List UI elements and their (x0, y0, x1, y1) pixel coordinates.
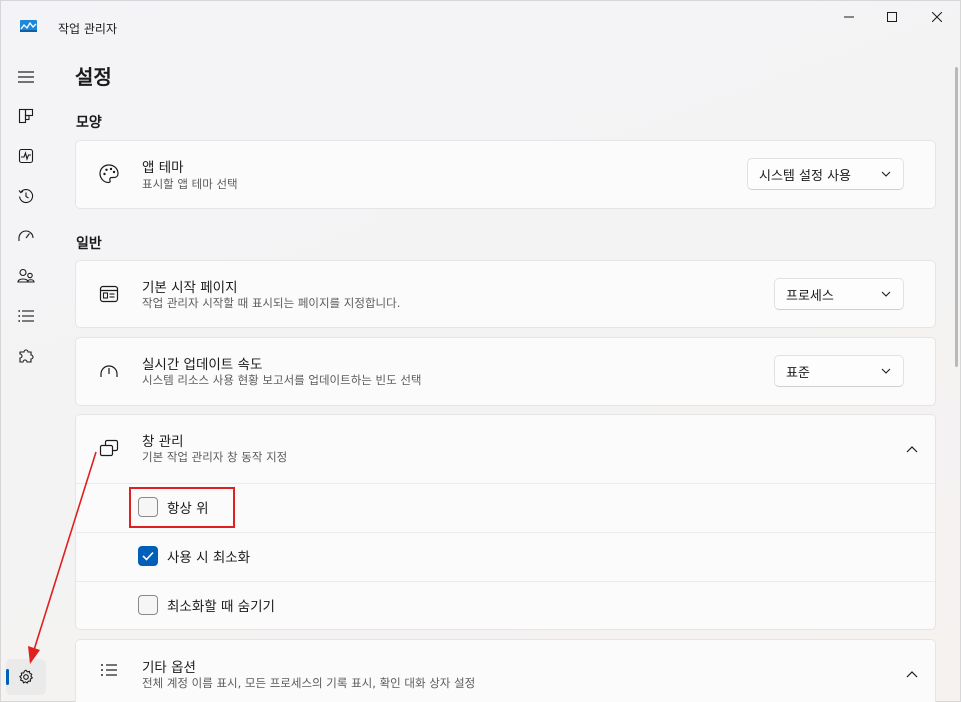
hide-when-minimized-label: 최소화할 때 숨기기 (167, 599, 275, 615)
other-options-title: 기타 옵션 (142, 660, 196, 676)
annotation-highlight-box (129, 487, 235, 528)
chevron-down-icon (881, 368, 891, 374)
browser-window-icon (99, 285, 119, 303)
gear-icon (19, 669, 33, 684)
minimize-icon (844, 16, 854, 18)
palette-icon (99, 164, 119, 184)
page-title: 설정 (75, 65, 112, 89)
history-icon (18, 189, 34, 204)
default-start-page-card: 기본 시작 페이지 작업 관리자 시작할 때 표시되는 페이지를 지정합니다. … (75, 260, 936, 328)
update-speed-dropdown[interactable]: 표준 (774, 355, 904, 387)
speedometer-icon (100, 365, 118, 377)
app-theme-dropdown[interactable]: 시스템 설정 사용 (747, 158, 904, 190)
chevron-up-icon (906, 671, 918, 678)
processes-icon (18, 108, 34, 124)
nav-menu-toggle[interactable] (6, 59, 46, 95)
update-speed-selected-value: 표준 (786, 365, 810, 381)
default-start-page-dropdown[interactable]: 프로세스 (774, 278, 904, 310)
app-theme-card: 앱 테마 표시할 앱 테마 선택 시스템 설정 사용 (75, 140, 936, 209)
performance-icon (18, 148, 34, 164)
app-theme-title: 앱 테마 (142, 160, 184, 176)
section-title-appearance: 모양 (76, 115, 102, 131)
maximize-icon (887, 12, 897, 22)
task-manager-window: 작업 관리자 설정 모양 앱 테마 표시할 앱 테마 선택 시스템 설정 사용 … (0, 0, 961, 702)
hide-when-minimized-option[interactable]: 최소화할 때 숨기기 (138, 595, 275, 615)
chevron-down-icon (881, 171, 891, 177)
list-icon (101, 664, 117, 676)
checkmark-icon (142, 551, 154, 561)
window-management-header[interactable]: 창 관리 기본 작업 관리자 창 동작 지정 (76, 415, 935, 483)
navigation-pane (1, 51, 51, 702)
divider (76, 483, 935, 484)
nav-item-settings[interactable] (6, 659, 46, 695)
close-icon (932, 12, 942, 22)
minimize-on-use-option[interactable]: 사용 시 최소화 (138, 546, 250, 566)
app-theme-selected-value: 시스템 설정 사용 (759, 168, 851, 184)
puzzle-icon (19, 349, 34, 363)
task-manager-app-icon (20, 20, 37, 32)
nav-item-processes[interactable] (6, 98, 46, 134)
app-theme-subtitle: 표시할 앱 테마 선택 (142, 177, 238, 191)
window-management-title: 창 관리 (142, 434, 184, 450)
vertical-scrollbar[interactable] (955, 67, 958, 367)
nav-item-users[interactable] (6, 258, 46, 294)
window-overlap-icon (99, 439, 119, 457)
section-title-general: 일반 (76, 236, 102, 252)
list-icon (18, 310, 34, 322)
other-options-subtitle: 전체 계정 이름 표시, 모든 프로세스의 기록 표시, 확인 대화 상자 설정 (142, 676, 476, 690)
update-speed-title: 실시간 업데이트 속도 (142, 357, 263, 373)
hamburger-icon (18, 71, 34, 83)
users-icon (17, 268, 35, 283)
nav-item-services[interactable] (6, 338, 46, 374)
other-options-card: 기타 옵션 전체 계정 이름 표시, 모든 프로세스의 기록 표시, 확인 대화… (75, 639, 936, 702)
update-speed-card: 실시간 업데이트 속도 시스템 리소스 사용 현황 보고서를 업데이트하는 빈도… (75, 337, 936, 406)
nav-item-app-history[interactable] (6, 178, 46, 214)
default-start-page-selected-value: 프로세스 (786, 288, 834, 304)
nav-item-details[interactable] (6, 298, 46, 334)
close-button[interactable] (914, 1, 960, 33)
minimize-on-use-label: 사용 시 최소화 (167, 550, 251, 566)
other-options-header[interactable]: 기타 옵션 전체 계정 이름 표시, 모든 프로세스의 기록 표시, 확인 대화… (76, 640, 935, 702)
default-start-page-subtitle: 작업 관리자 시작할 때 표시되는 페이지를 지정합니다. (142, 296, 401, 310)
speedometer-icon (18, 230, 34, 241)
hide-when-minimized-checkbox[interactable] (138, 595, 158, 615)
default-start-page-title: 기본 시작 페이지 (142, 280, 238, 296)
nav-selection-indicator (6, 669, 9, 685)
nav-item-startup-apps[interactable] (6, 218, 46, 254)
window-management-subtitle: 기본 작업 관리자 창 동작 지정 (142, 450, 288, 464)
chevron-up-icon (906, 446, 918, 453)
maximize-button[interactable] (869, 1, 915, 33)
update-speed-subtitle: 시스템 리소스 사용 현황 보고서를 업데이트하는 빈도 선택 (142, 373, 422, 387)
nav-item-performance[interactable] (6, 138, 46, 174)
window-title: 작업 관리자 (58, 22, 118, 36)
title-bar[interactable]: 작업 관리자 (1, 1, 961, 51)
divider (76, 532, 935, 533)
minimize-button[interactable] (826, 1, 872, 33)
minimize-on-use-checkbox[interactable] (138, 546, 158, 566)
chevron-down-icon (881, 291, 891, 297)
divider (76, 581, 935, 582)
